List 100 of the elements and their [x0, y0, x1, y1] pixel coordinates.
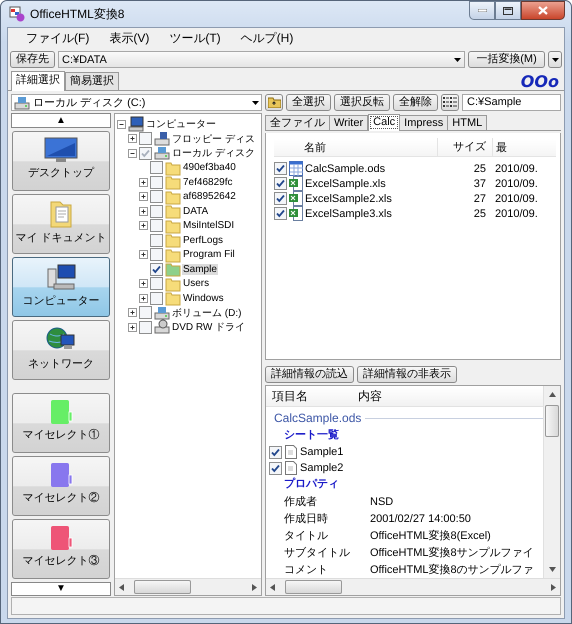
tree-item[interactable]: ボリューム (D:)	[171, 306, 242, 320]
checkbox[interactable]	[274, 207, 287, 220]
file-name[interactable]: CalcSample.ods	[305, 162, 386, 174]
checkbox[interactable]	[139, 146, 152, 160]
nav-button[interactable]: マイ ドキュメント	[12, 194, 110, 254]
expand-icon[interactable]	[139, 178, 148, 187]
detail-button[interactable]: 詳細情報の非表示	[357, 366, 457, 383]
checkbox[interactable]	[150, 234, 163, 247]
horizontal-scrollbar[interactable]	[115, 578, 261, 595]
nav-button[interactable]: マイセレクト③	[12, 518, 110, 578]
checkbox[interactable]	[150, 190, 163, 204]
file-type-tab[interactable]: Impress	[400, 115, 448, 130]
scroll-up-button[interactable]: ▲	[11, 113, 111, 128]
column-header[interactable]: 名前	[274, 138, 438, 156]
scroll-thumb[interactable]	[545, 405, 559, 437]
menu-item[interactable]: ヘルプ(H)	[232, 28, 302, 49]
menu-item[interactable]: ツール(T)	[161, 28, 229, 49]
nav-button[interactable]: マイセレクト①	[12, 392, 110, 452]
batch-convert-button[interactable]: 一括変換(M)	[468, 51, 545, 68]
tree-item[interactable]: PerfLogs	[182, 234, 224, 246]
column-header[interactable]: 最	[493, 140, 556, 154]
minimize-button[interactable]	[469, 1, 495, 20]
expand-icon[interactable]	[128, 308, 137, 318]
tree-item[interactable]: Sample	[182, 264, 218, 275]
column-header[interactable]: 内容	[358, 388, 543, 404]
expand-icon[interactable]	[139, 221, 148, 230]
scroll-thumb[interactable]	[285, 580, 342, 594]
checkbox[interactable]	[150, 248, 163, 262]
checkbox[interactable]	[269, 446, 282, 458]
column-header[interactable]: 項目名	[266, 388, 358, 404]
scroll-thumb[interactable]	[134, 580, 191, 594]
checkbox[interactable]	[150, 161, 163, 174]
tree-item[interactable]: 7ef46829fc	[182, 176, 234, 188]
tree-item[interactable]: DVD RW ドライ	[171, 320, 246, 334]
scroll-right-icon[interactable]	[252, 584, 257, 590]
close-button[interactable]	[521, 1, 565, 20]
checkbox[interactable]	[150, 292, 163, 305]
checkbox[interactable]	[139, 320, 152, 334]
file-name[interactable]: ExcelSample2.xls	[305, 192, 392, 204]
tree-item[interactable]: コンピューター	[145, 117, 217, 132]
expand-icon[interactable]	[128, 134, 137, 144]
checkbox[interactable]	[150, 176, 163, 189]
expand-icon[interactable]	[139, 206, 148, 216]
select-button[interactable]: 全解除	[393, 94, 438, 111]
scroll-down-icon[interactable]	[548, 567, 556, 572]
checkbox[interactable]	[274, 162, 287, 175]
maximize-button[interactable]	[495, 1, 521, 20]
scroll-up-icon[interactable]	[548, 392, 556, 397]
tree-item[interactable]: Windows	[182, 292, 225, 304]
file-name[interactable]: ExcelSample.xls	[305, 178, 386, 190]
scroll-left-icon[interactable]	[270, 584, 275, 590]
file-type-tab[interactable]: Calc	[368, 114, 400, 131]
save-location-button[interactable]: 保存先	[10, 51, 55, 68]
parent-folder-button[interactable]	[265, 94, 283, 111]
scroll-right-icon[interactable]	[551, 584, 556, 590]
checkbox[interactable]	[139, 132, 152, 146]
tree-item[interactable]: af68952642	[182, 191, 237, 202]
file-type-tab[interactable]: 全ファイル	[265, 115, 330, 130]
nav-button[interactable]: デスクトップ	[12, 130, 110, 190]
column-header[interactable]: サイズ	[438, 138, 493, 156]
view-toggle-button[interactable]	[441, 94, 459, 111]
select-button[interactable]: 全選択	[286, 94, 331, 111]
select-button[interactable]: 選択反転	[334, 94, 390, 111]
checkbox[interactable]	[274, 192, 287, 205]
tree-item[interactable]: Users	[182, 278, 210, 290]
checkbox[interactable]	[139, 306, 152, 320]
collapse-icon[interactable]	[117, 120, 126, 129]
save-path-dropdown[interactable]: C:¥DATA	[58, 51, 465, 68]
drive-dropdown[interactable]: ローカル ディスク (C:)	[11, 94, 262, 111]
expand-icon[interactable]	[139, 279, 148, 288]
nav-button[interactable]: ネットワーク	[12, 320, 110, 380]
collapse-icon[interactable]	[128, 148, 137, 158]
expand-icon[interactable]	[139, 250, 148, 260]
mode-tab[interactable]: 詳細選択	[11, 71, 65, 91]
folder-path-field[interactable]: C:¥Sample	[462, 94, 561, 111]
tree-item[interactable]: 490ef3ba40	[182, 162, 237, 174]
expand-icon[interactable]	[139, 192, 148, 202]
menu-item[interactable]: ファイル(F)	[18, 28, 98, 49]
tree-item[interactable]: Program Fil	[182, 249, 236, 260]
scroll-down-button[interactable]: ▼	[11, 582, 111, 596]
vertical-scrollbar[interactable]	[543, 386, 560, 578]
mode-tab[interactable]: 簡易選択	[65, 72, 119, 90]
checkbox[interactable]	[150, 219, 163, 232]
checkbox[interactable]	[150, 277, 163, 290]
tree-item[interactable]: フロッピー ディス	[171, 132, 256, 146]
tree-item[interactable]: ローカル ディスク	[171, 146, 256, 160]
menu-item[interactable]: 表示(V)	[101, 28, 158, 49]
checkbox[interactable]	[274, 177, 287, 190]
tree-item[interactable]: DATA	[182, 206, 210, 217]
expand-icon[interactable]	[139, 294, 148, 303]
horizontal-scrollbar[interactable]	[266, 578, 560, 595]
checkbox[interactable]	[269, 462, 282, 474]
file-type-tab[interactable]: HTML	[448, 115, 488, 130]
checkbox[interactable]	[150, 262, 163, 276]
detail-button[interactable]: 詳細情報の読込	[265, 366, 354, 383]
expand-icon[interactable]	[128, 322, 137, 332]
nav-button[interactable]: マイセレクト②	[12, 456, 110, 516]
scroll-left-icon[interactable]	[119, 584, 124, 590]
file-type-tab[interactable]: Writer	[330, 115, 368, 130]
sheet-name[interactable]: Sample2	[300, 462, 344, 474]
